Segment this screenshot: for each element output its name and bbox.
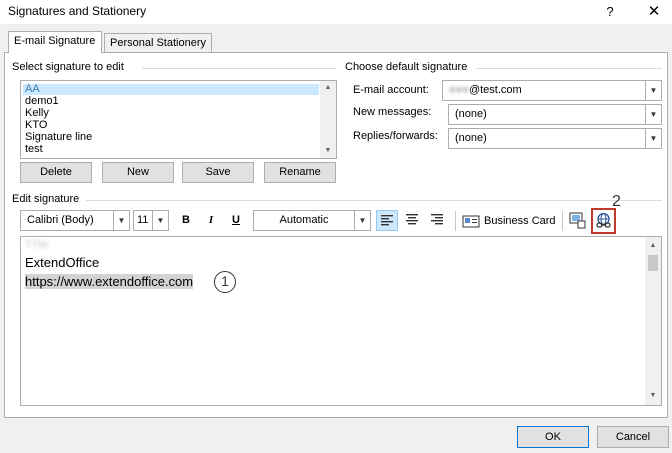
save-button[interactable]: Save: [182, 162, 254, 183]
replies-forwards-label: Replies/forwards:: [353, 130, 438, 142]
chevron-down-icon[interactable]: ▼: [113, 211, 129, 230]
font-size-value: 11: [137, 214, 149, 226]
hyperlink-icon: [596, 212, 611, 228]
editor-line-url: https://www.extendoffice.com: [25, 274, 194, 289]
italic-button[interactable]: I: [203, 211, 219, 231]
list-item[interactable]: Signature line: [23, 132, 319, 143]
new-messages-value: (none): [455, 108, 487, 120]
signature-listbox[interactable]: AA demo1 Kelly KTO Signature line test ▲…: [20, 80, 337, 159]
underline-button[interactable]: U: [228, 211, 244, 231]
business-card-button[interactable]: Business Card: [462, 210, 558, 231]
hyperlink-button[interactable]: [591, 208, 616, 234]
align-right-icon: [431, 214, 443, 225]
callout-number-two: 2: [612, 193, 621, 210]
close-button[interactable]: ✕: [644, 2, 664, 22]
font-name-value: Calibri (Body): [27, 214, 94, 226]
align-center-button[interactable]: [402, 210, 424, 231]
tab-email-signature-label: E-mail Signature: [14, 35, 96, 47]
toolbar-separator: [562, 211, 563, 231]
email-account-masked: ■■■: [449, 84, 469, 96]
new-button[interactable]: New: [102, 162, 174, 183]
align-left-icon: [381, 215, 393, 226]
toolbar-separator: [455, 211, 456, 231]
align-right-button[interactable]: [427, 210, 449, 231]
email-account-value: @test.com: [468, 84, 522, 96]
tab-personal-stationery-label: Personal Stationery: [110, 37, 206, 49]
ok-button-label: OK: [545, 431, 561, 443]
cancel-button[interactable]: Cancel: [597, 426, 669, 448]
new-button-label: New: [126, 166, 149, 178]
scroll-up-icon[interactable]: ▲: [320, 81, 336, 95]
select-signature-divider: [142, 68, 336, 69]
callout-number-one: 1: [214, 271, 236, 293]
default-signature-divider: [476, 68, 662, 69]
rename-button[interactable]: Rename: [264, 162, 336, 183]
tab-email-signature[interactable]: E-mail Signature: [8, 31, 102, 53]
ok-button[interactable]: OK: [517, 426, 589, 448]
delete-button-label: Delete: [40, 166, 72, 178]
editor-scrollbar[interactable]: ▲ ▼: [645, 237, 661, 405]
replies-forwards-select[interactable]: (none) ▼: [448, 128, 662, 149]
default-signature-label: Choose default signature: [345, 61, 468, 73]
email-account-select[interactable]: ■■■@test.com ▼: [442, 80, 662, 101]
delete-button[interactable]: Delete: [20, 162, 92, 183]
font-name-select[interactable]: Calibri (Body) ▼: [20, 210, 130, 231]
help-button[interactable]: ?: [600, 2, 620, 22]
font-color-select[interactable]: Automatic ▼: [253, 210, 371, 231]
tab-personal-stationery[interactable]: Personal Stationery: [104, 33, 212, 53]
save-button-label: Save: [205, 166, 231, 178]
chevron-down-icon[interactable]: ▼: [645, 81, 661, 100]
insert-picture-button[interactable]: [567, 210, 589, 231]
rename-button-label: Rename: [279, 166, 321, 178]
replies-forwards-value: (none): [455, 132, 487, 144]
editor-line-name: TTM: [25, 239, 48, 251]
align-center-icon: [406, 214, 418, 225]
signature-editor[interactable]: TTM ExtendOffice https://www.extendoffic…: [20, 236, 662, 406]
font-size-select[interactable]: 11 ▼: [133, 210, 169, 231]
email-account-label: E-mail account:: [353, 84, 429, 96]
chevron-down-icon[interactable]: ▼: [645, 129, 661, 148]
scroll-down-icon[interactable]: ▼: [645, 389, 661, 403]
new-messages-label: New messages:: [353, 106, 432, 118]
bold-button[interactable]: B: [178, 211, 194, 231]
edit-signature-label: Edit signature: [12, 193, 80, 205]
list-item[interactable]: demo1: [23, 96, 319, 107]
align-left-button[interactable]: [376, 210, 398, 231]
list-item[interactable]: test: [23, 144, 319, 155]
window-title: Signatures and Stationery: [8, 4, 147, 18]
chevron-down-icon[interactable]: ▼: [152, 211, 168, 230]
chevron-down-icon[interactable]: ▼: [645, 105, 661, 124]
edit-signature-divider: [86, 200, 662, 201]
editor-line-company: ExtendOffice: [25, 255, 100, 270]
picture-icon: [569, 212, 586, 229]
list-item[interactable]: AA: [23, 84, 319, 95]
scroll-down-icon[interactable]: ▼: [320, 144, 336, 158]
font-color-value: Automatic: [279, 214, 329, 226]
business-card-icon: [462, 215, 480, 227]
listbox-scrollbar[interactable]: ▲ ▼: [320, 81, 336, 158]
list-item[interactable]: Kelly: [23, 108, 319, 119]
new-messages-select[interactable]: (none) ▼: [448, 104, 662, 125]
chevron-down-icon[interactable]: ▼: [354, 211, 370, 230]
list-item[interactable]: KTO: [23, 120, 319, 131]
scroll-thumb[interactable]: [648, 255, 658, 271]
business-card-label: Business Card: [484, 214, 556, 227]
select-signature-label: Select signature to edit: [12, 61, 124, 73]
scroll-up-icon[interactable]: ▲: [645, 239, 661, 253]
cancel-button-label: Cancel: [615, 431, 651, 443]
